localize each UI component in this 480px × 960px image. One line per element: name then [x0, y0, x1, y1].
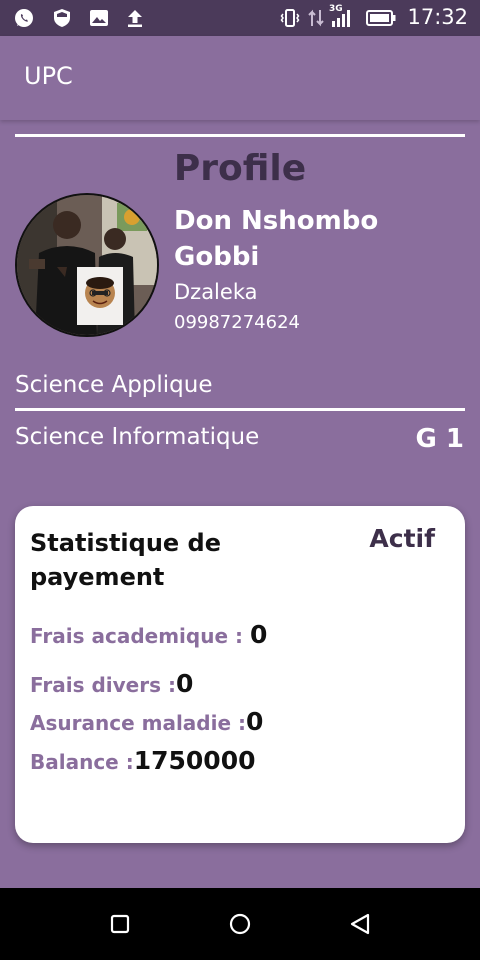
payment-status-badge: Actif	[369, 524, 435, 553]
stat-row-frais-academique: Frais academique : 0	[30, 620, 267, 649]
app-title: UPC	[24, 62, 73, 90]
system-nav-bar	[0, 888, 480, 960]
back-icon[interactable]	[348, 912, 372, 936]
clock-time: 17:32	[407, 5, 468, 29]
upload-icon	[128, 10, 142, 27]
app-bar: UPC	[0, 36, 480, 120]
stat-value: 0	[175, 669, 194, 698]
profile-avatar[interactable]	[15, 193, 159, 337]
stat-label: Frais divers :	[30, 673, 176, 697]
stat-label: Balance :	[30, 750, 134, 774]
profile-heading: Profile	[173, 148, 307, 189]
data-arrows-icon	[308, 9, 324, 27]
stat-row-frais-divers: Frais divers :0	[30, 669, 193, 698]
image-icon	[90, 10, 108, 26]
avatar-photo	[17, 195, 157, 335]
department-label: Science Informatique	[15, 424, 260, 450]
signal-icon	[332, 10, 350, 27]
home-icon[interactable]	[228, 912, 252, 936]
stat-row-balance: Balance :1750000	[30, 746, 255, 775]
user-full-name: Don Nshombo Gobbi	[174, 206, 379, 272]
faculty-divider	[15, 408, 465, 411]
faculty-label: Science Applique	[15, 372, 213, 398]
payment-stats-title: Statistique de payement	[30, 529, 221, 591]
stat-value: 0	[249, 620, 268, 649]
top-divider	[15, 134, 465, 137]
whatsapp-icon	[15, 9, 33, 27]
stat-label: Asurance maladie :	[30, 711, 246, 735]
user-location: Dzaleka	[174, 280, 258, 304]
vibrate-icon	[280, 9, 300, 27]
shield-icon	[54, 9, 70, 27]
stat-row-asurance-maladie: Asurance maladie :0	[30, 707, 263, 736]
group-label: G 1	[415, 424, 464, 454]
user-phone: 09987274624	[174, 312, 300, 333]
recents-icon[interactable]	[108, 912, 132, 936]
battery-icon	[366, 10, 396, 26]
stat-value: 1750000	[133, 746, 256, 775]
stat-label: Frais academique :	[30, 624, 250, 648]
payment-stats-card: Statistique de payement Actif Frais acad…	[15, 506, 465, 843]
status-bar: 3G 17:32	[0, 0, 480, 36]
stat-value: 0	[246, 707, 264, 736]
